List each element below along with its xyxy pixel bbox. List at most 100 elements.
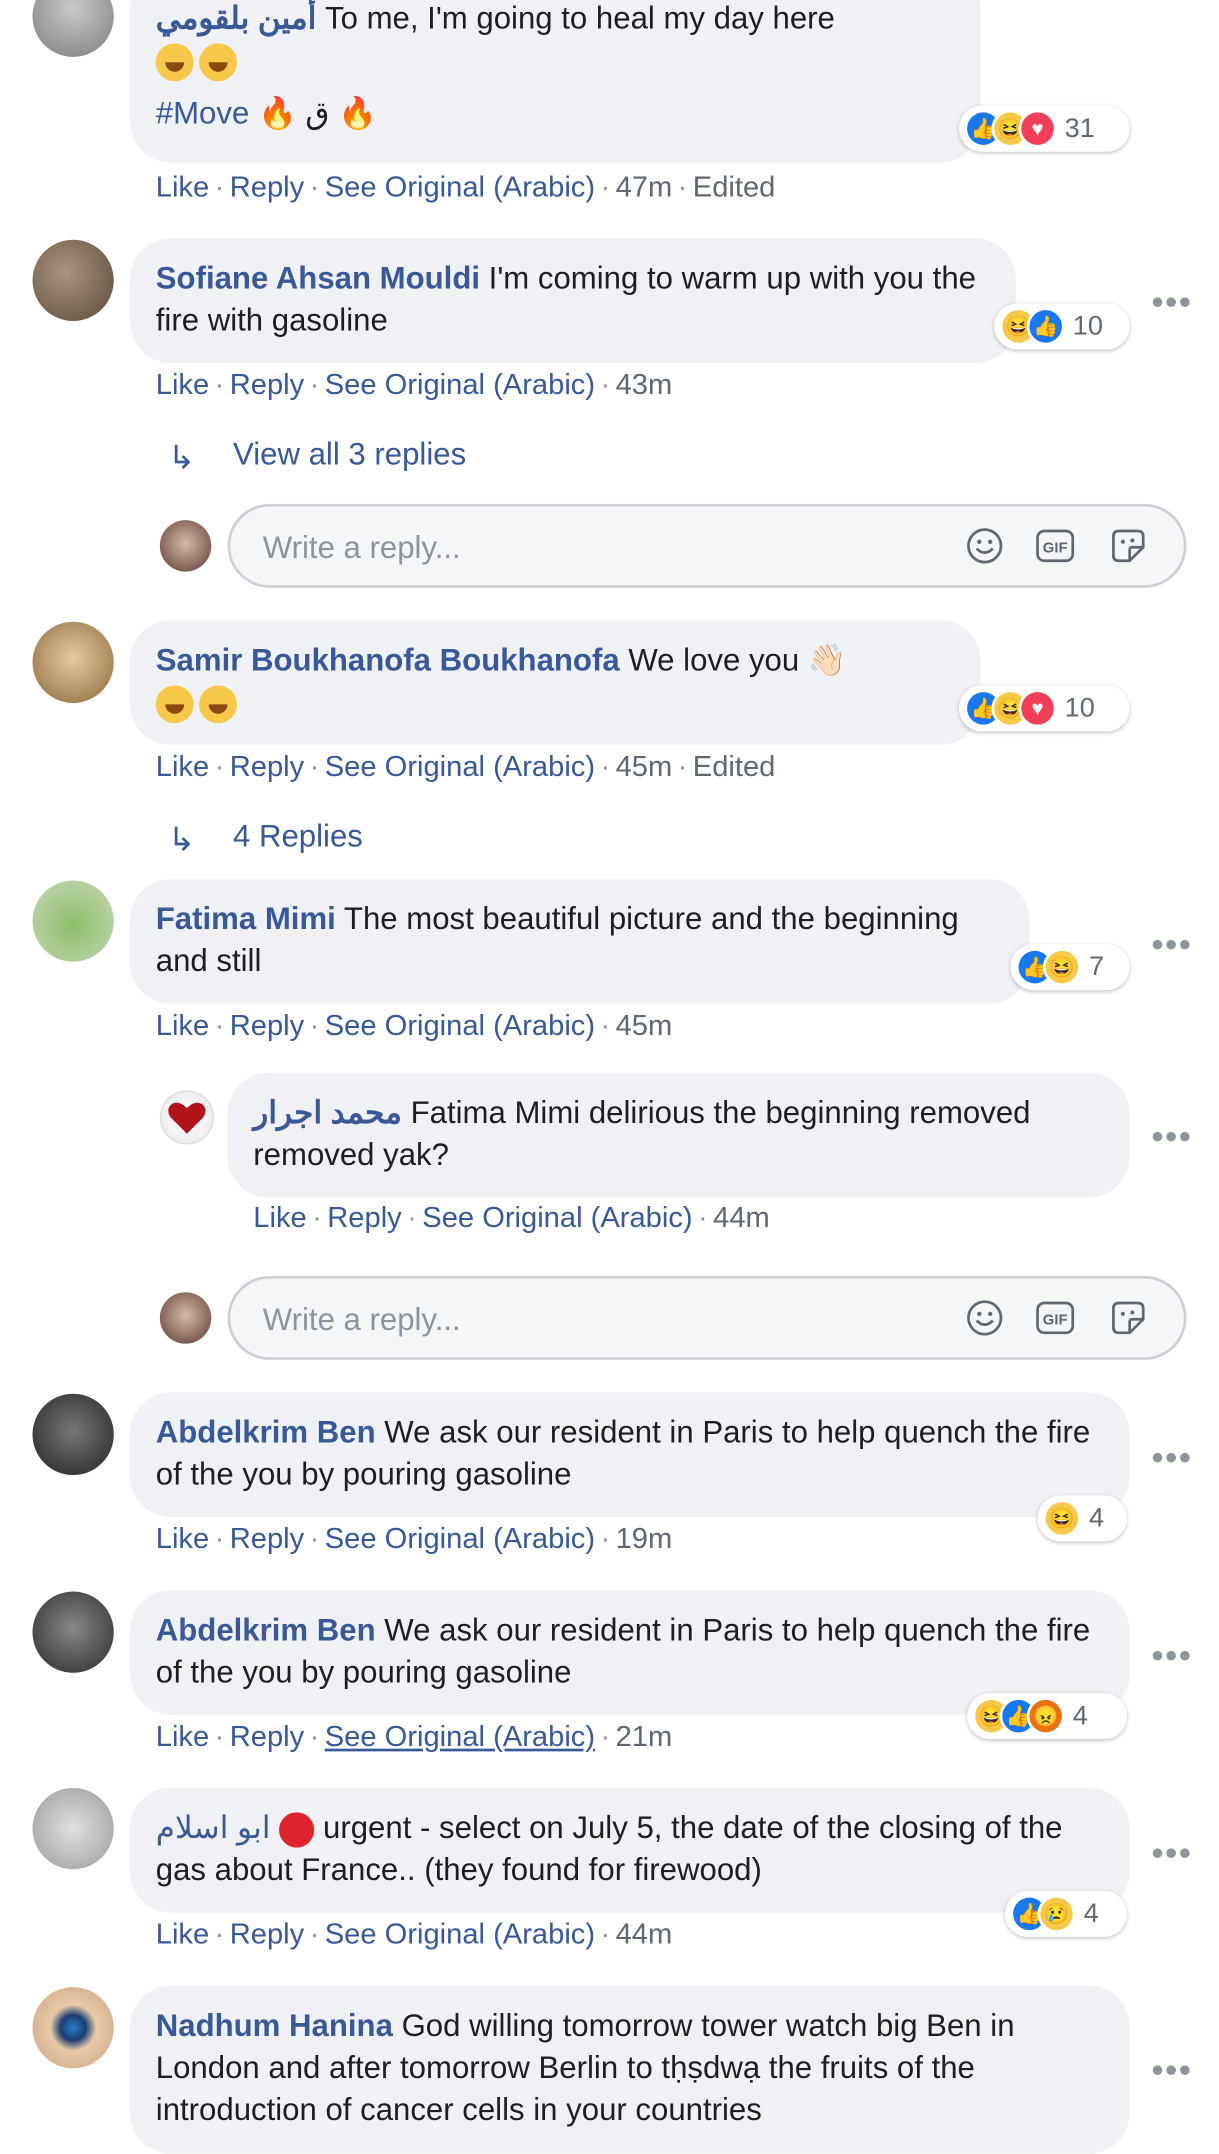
like-link[interactable]: Like bbox=[156, 171, 209, 204]
avatar[interactable] bbox=[32, 1787, 114, 1870]
laughing-emoji-icon bbox=[199, 43, 238, 82]
comment-actions: Like · Reply · See Original (Arabic) · 47m · Edi… bbox=[155, 170, 776, 204]
gif-icon[interactable]: GIF bbox=[1035, 1298, 1076, 1339]
see-original-link[interactable]: See Original (Arabic) bbox=[325, 1720, 595, 1753]
avatar[interactable] bbox=[32, 239, 114, 322]
red-circle-emoji-icon bbox=[279, 1812, 315, 1848]
see-original-link[interactable]: See Original (Arabic) bbox=[325, 1522, 595, 1555]
emoji-picker-icon[interactable] bbox=[964, 526, 1005, 567]
commenter-name[interactable]: ابو اسلام bbox=[156, 1810, 271, 1845]
angry-reaction-icon: 😠 bbox=[1026, 1697, 1065, 1736]
reply-link[interactable]: Reply bbox=[230, 1009, 304, 1042]
see-original-link[interactable]: See Original (Arabic) bbox=[422, 1201, 692, 1234]
commenter-name[interactable]: Fatima Mimi bbox=[156, 901, 336, 936]
comment-bubble: Fatima Mimi The most beautiful picture a… bbox=[130, 879, 1030, 1004]
reply-link[interactable]: Reply bbox=[230, 1720, 304, 1753]
reply-link[interactable]: Reply bbox=[230, 1918, 304, 1951]
reply-arrow-icon: ↳ bbox=[167, 822, 196, 859]
reaction-summary[interactable]: 👍 😆 7 bbox=[1010, 944, 1130, 991]
reply-link[interactable]: Reply bbox=[327, 1201, 401, 1234]
reaction-summary[interactable]: 😆 👍 😠 4 bbox=[967, 1693, 1127, 1740]
reaction-summary[interactable]: 😆 4 bbox=[1037, 1495, 1127, 1542]
commenter-name[interactable]: Abdelkrim Ben bbox=[156, 1414, 376, 1449]
reply-link[interactable]: Reply bbox=[230, 1522, 304, 1555]
see-original-link[interactable]: See Original (Arabic) bbox=[325, 368, 595, 401]
avatar[interactable] bbox=[32, 1393, 114, 1476]
edited-label[interactable]: Edited bbox=[693, 171, 776, 204]
edited-label[interactable]: Edited bbox=[693, 750, 776, 783]
love-reaction-icon: ♥ bbox=[1018, 689, 1057, 728]
comment-text: To me, I'm going to heal my day here bbox=[325, 0, 835, 36]
more-options-icon[interactable]: ••• bbox=[1151, 1635, 1192, 1677]
haha-reaction-icon: 😆 bbox=[1042, 948, 1081, 987]
comment-bubble: Abdelkrim Ben We ask our resident in Par… bbox=[130, 1392, 1130, 1518]
like-link[interactable]: Like bbox=[156, 1918, 209, 1951]
timestamp[interactable]: 21m bbox=[616, 1720, 673, 1753]
commenter-name[interactable]: محمد اجرار bbox=[253, 1094, 402, 1129]
commenter-name[interactable]: Nadhum Hanina bbox=[156, 2007, 393, 2042]
see-original-link[interactable]: See Original (Arabic) bbox=[325, 1918, 595, 1951]
commenter-name[interactable]: Samir Boukhanofa Boukhanofa bbox=[156, 642, 620, 677]
reply-link[interactable]: Reply bbox=[230, 368, 304, 401]
heart-icon bbox=[168, 1102, 206, 1134]
like-link[interactable]: Like bbox=[253, 1201, 306, 1234]
more-options-icon[interactable]: ••• bbox=[1151, 1833, 1192, 1875]
reaction-count: 4 bbox=[1089, 1502, 1105, 1533]
more-options-icon[interactable]: ••• bbox=[1151, 2049, 1192, 2091]
reaction-summary[interactable]: 👍 😆 ♥ 10 bbox=[958, 685, 1130, 732]
like-link[interactable]: Like bbox=[156, 368, 209, 401]
commenter-name[interactable]: Sofiane Ahsan Mouldi bbox=[156, 260, 480, 295]
timestamp[interactable]: 43m bbox=[616, 368, 673, 401]
avatar[interactable] bbox=[159, 1090, 215, 1145]
comment-bubble: أمين بلقومي To me, I'm going to heal my … bbox=[130, 0, 981, 163]
avatar[interactable] bbox=[32, 1591, 114, 1673]
sad-reaction-icon: 😢 bbox=[1037, 1894, 1076, 1933]
hashtag-link[interactable]: #Move bbox=[156, 95, 250, 130]
timestamp[interactable]: 45m bbox=[616, 750, 673, 783]
avatar[interactable] bbox=[32, 0, 114, 57]
more-options-icon[interactable]: ••• bbox=[1151, 924, 1192, 966]
reply-input[interactable] bbox=[260, 524, 835, 571]
timestamp[interactable]: 19m bbox=[616, 1522, 673, 1555]
avatar[interactable] bbox=[32, 880, 114, 962]
fire-emoji-icon: 🔥 bbox=[338, 94, 378, 131]
sticker-icon[interactable] bbox=[1108, 1298, 1149, 1339]
reaction-summary[interactable]: 😆 👍 10 bbox=[994, 303, 1130, 350]
reaction-count: 4 bbox=[1072, 1700, 1088, 1731]
reaction-count: 7 bbox=[1089, 951, 1105, 982]
reaction-summary[interactable]: 👍 😆 ♥ 31 bbox=[958, 105, 1130, 152]
more-options-icon[interactable]: ••• bbox=[1151, 282, 1192, 324]
see-original-link[interactable]: See Original (Arabic) bbox=[325, 1009, 595, 1042]
more-options-icon[interactable]: ••• bbox=[1151, 1437, 1192, 1479]
commenter-name[interactable]: Abdelkrim Ben bbox=[156, 1612, 376, 1647]
view-replies-link[interactable]: View all 3 replies bbox=[233, 436, 466, 473]
avatar[interactable] bbox=[32, 1987, 114, 2069]
svg-text:GIF: GIF bbox=[1043, 1313, 1068, 1329]
sticker-icon[interactable] bbox=[1108, 526, 1149, 567]
like-link[interactable]: Like bbox=[156, 1720, 209, 1753]
see-original-link[interactable]: See Original (Arabic) bbox=[325, 171, 595, 204]
love-reaction-icon: ♥ bbox=[1018, 109, 1057, 148]
like-link[interactable]: Like bbox=[156, 750, 209, 783]
view-replies-link[interactable]: 4 Replies bbox=[233, 818, 363, 855]
more-options-icon[interactable]: ••• bbox=[1151, 1116, 1192, 1158]
see-original-link[interactable]: See Original (Arabic) bbox=[325, 750, 595, 783]
reply-link[interactable]: Reply bbox=[230, 171, 304, 204]
avatar[interactable] bbox=[32, 621, 114, 703]
reply-link[interactable]: Reply bbox=[230, 750, 304, 783]
commenter-name[interactable]: أمين بلقومي bbox=[156, 0, 317, 35]
timestamp[interactable]: 44m bbox=[713, 1201, 770, 1234]
laughing-emoji-icon bbox=[199, 685, 238, 724]
timestamp[interactable]: 45m bbox=[616, 1009, 673, 1042]
reply-box: GIF bbox=[227, 1275, 1187, 1360]
gif-icon[interactable]: GIF bbox=[1035, 526, 1076, 567]
comment-text: We love you bbox=[628, 642, 800, 678]
reply-box: GIF bbox=[227, 503, 1187, 588]
timestamp[interactable]: 47m bbox=[616, 171, 673, 204]
like-link[interactable]: Like bbox=[156, 1522, 209, 1555]
reaction-summary[interactable]: 👍 😢 4 bbox=[1005, 1890, 1127, 1937]
reply-input[interactable] bbox=[260, 1296, 835, 1343]
like-link[interactable]: Like bbox=[156, 1009, 209, 1042]
timestamp[interactable]: 44m bbox=[616, 1918, 673, 1951]
emoji-picker-icon[interactable] bbox=[964, 1298, 1005, 1339]
